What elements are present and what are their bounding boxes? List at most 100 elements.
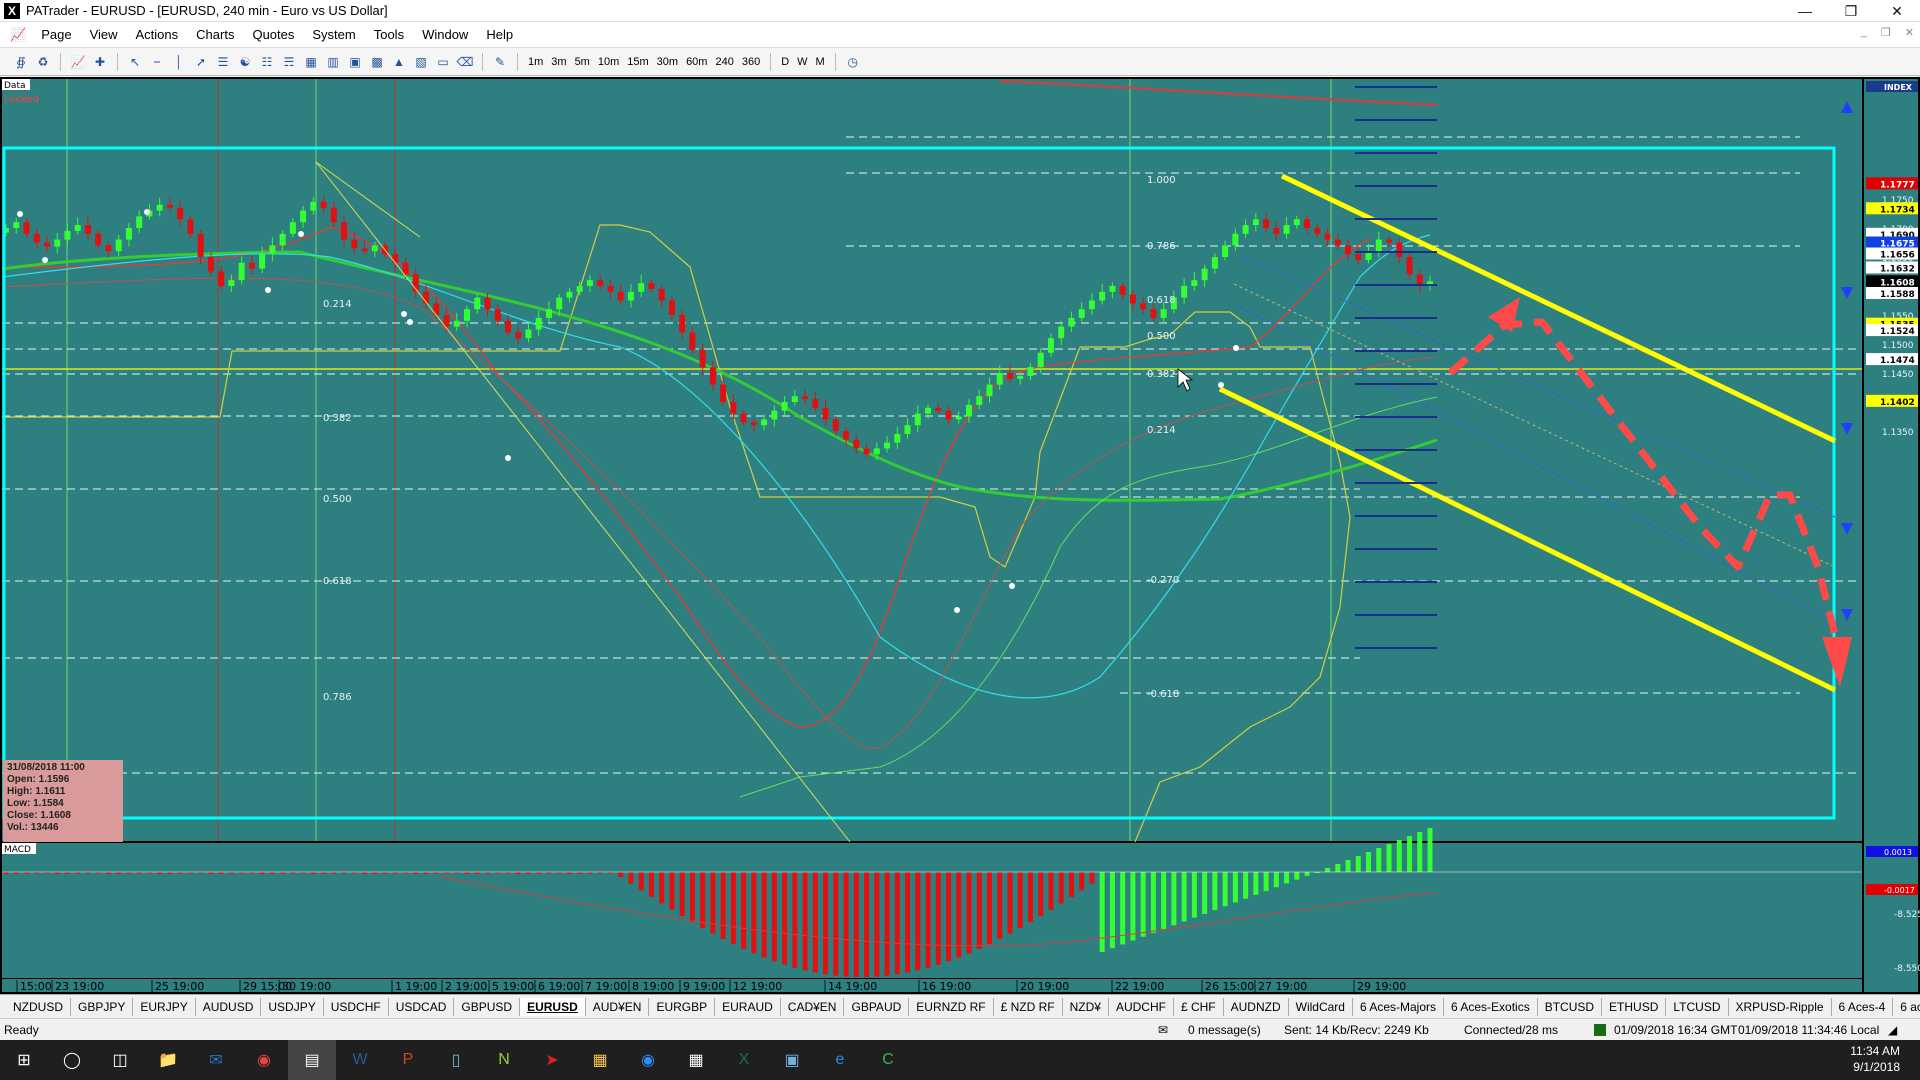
main-pane[interactable] bbox=[2, 79, 1862, 841]
symbol-tab[interactable]: USDCHF bbox=[324, 997, 389, 1016]
menu-help[interactable]: Help bbox=[477, 27, 522, 42]
menu-tools[interactable]: Tools bbox=[365, 27, 413, 42]
fib-extension-icon[interactable]: ☴ bbox=[279, 52, 299, 72]
price-chart[interactable]: 1.17501.17001.16501.16001.15501.15001.14… bbox=[0, 77, 1920, 994]
link-icon[interactable]: ∯ bbox=[11, 52, 31, 72]
resize-grip-icon[interactable]: ◢ bbox=[1888, 1023, 1897, 1037]
timeframe-m[interactable]: M bbox=[812, 56, 829, 68]
menu-window[interactable]: Window bbox=[413, 27, 477, 42]
draw-icon[interactable]: ✎ bbox=[490, 52, 510, 72]
symbol-tab[interactable]: EURJPY bbox=[133, 997, 196, 1016]
timeframe-3m[interactable]: 3m bbox=[547, 56, 570, 68]
triangle-icon[interactable]: ▲ bbox=[389, 52, 409, 72]
symbol-tab[interactable]: AUD¥EN bbox=[586, 997, 650, 1016]
timeframe-360[interactable]: 360 bbox=[738, 56, 764, 68]
symbol-tab[interactable]: USDJPY bbox=[261, 997, 324, 1016]
symbol-tab[interactable]: EURUSD bbox=[520, 997, 586, 1016]
symbol-tab[interactable]: USDCAD bbox=[389, 997, 455, 1016]
calculator-icon[interactable]: ▦ bbox=[672, 1040, 720, 1080]
menu-actions[interactable]: Actions bbox=[127, 27, 188, 42]
patrader-icon[interactable]: ▤ bbox=[288, 1040, 336, 1080]
mdi-restore-icon[interactable]: ❐ bbox=[1881, 26, 1891, 39]
timeframe-10m[interactable]: 10m bbox=[594, 56, 623, 68]
status-messages[interactable]: 0 message(s) bbox=[1188, 1023, 1261, 1037]
symbol-tab[interactable]: LTCUSD bbox=[1666, 997, 1729, 1016]
excel-icon[interactable]: X bbox=[720, 1040, 768, 1080]
fib-retracement-icon[interactable]: ☷ bbox=[257, 52, 277, 72]
symbol-tab[interactable]: GBPUSD bbox=[454, 997, 521, 1016]
camtasia-icon[interactable]: C bbox=[864, 1040, 912, 1080]
timeframe-5m[interactable]: 5m bbox=[571, 56, 594, 68]
symbol-tab[interactable]: £ CHF bbox=[1174, 997, 1224, 1016]
symbol-tab[interactable]: AUDUSD bbox=[196, 997, 262, 1016]
clock-icon[interactable]: ◷ bbox=[843, 52, 863, 72]
message-icon[interactable]: ✉ bbox=[1158, 1023, 1168, 1037]
symbol-tab[interactable]: NZD¥ bbox=[1063, 997, 1109, 1016]
task-view-icon[interactable]: ◫ bbox=[96, 1040, 144, 1080]
symbol-tab[interactable]: £ NZD RF bbox=[994, 997, 1063, 1016]
photos-icon[interactable]: ▣ bbox=[768, 1040, 816, 1080]
chart-area[interactable]: 1.17501.17001.16501.16001.15501.15001.14… bbox=[0, 77, 1920, 994]
timeframe-1m[interactable]: 1m bbox=[524, 56, 547, 68]
symbol-tab[interactable]: 6 Aces-Majors bbox=[1353, 997, 1444, 1016]
chrome-icon[interactable]: ◉ bbox=[240, 1040, 288, 1080]
symbol-tab[interactable]: CAD¥EN bbox=[781, 997, 845, 1016]
crosshair-icon[interactable]: ✚ bbox=[90, 52, 110, 72]
powerpoint-icon[interactable]: P bbox=[384, 1040, 432, 1080]
macd-pane[interactable] bbox=[2, 843, 1862, 978]
horizontal-line-icon[interactable]: ⎯ bbox=[147, 52, 167, 72]
paint-icon[interactable]: ▦ bbox=[576, 1040, 624, 1080]
channel-icon[interactable]: ☰ bbox=[213, 52, 233, 72]
menu-quotes[interactable]: Quotes bbox=[243, 27, 303, 42]
menu-system[interactable]: System bbox=[303, 27, 364, 42]
word-icon[interactable]: W bbox=[336, 1040, 384, 1080]
mdi-close-icon[interactable]: ✕ bbox=[1905, 26, 1914, 39]
timeframe-240[interactable]: 240 bbox=[711, 56, 737, 68]
notes-icon[interactable]: ▯ bbox=[432, 1040, 480, 1080]
mdi-minimize-icon[interactable]: _ bbox=[1861, 26, 1867, 39]
app-n-icon[interactable]: N bbox=[480, 1040, 528, 1080]
symbol-tab[interactable]: GBPJPY bbox=[71, 997, 134, 1016]
symbol-tab[interactable]: EURGBP bbox=[649, 997, 716, 1016]
timeframe-60m[interactable]: 60m bbox=[682, 56, 711, 68]
taskbar-clock[interactable]: 11:34 AM 9/1/2018 bbox=[1850, 1043, 1900, 1075]
timeframe-w[interactable]: W bbox=[793, 56, 811, 68]
timeframe-15m[interactable]: 15m bbox=[623, 56, 652, 68]
symbol-tab[interactable]: XRPUSD-Ripple bbox=[1729, 997, 1832, 1016]
zoom-icon[interactable]: ◉ bbox=[624, 1040, 672, 1080]
windows-start-icon[interactable]: ⊞ bbox=[0, 1040, 48, 1080]
arc-icon[interactable]: ▣ bbox=[345, 52, 365, 72]
file-explorer-icon[interactable]: 📁 bbox=[144, 1040, 192, 1080]
outlook-icon[interactable]: ✉ bbox=[192, 1040, 240, 1080]
timeframe-d[interactable]: D bbox=[777, 56, 793, 68]
gann-icon[interactable]: ▦ bbox=[301, 52, 321, 72]
fib-fan-icon[interactable]: ☯ bbox=[235, 52, 255, 72]
symbol-tab[interactable]: 6 Aces-4 bbox=[1832, 997, 1894, 1016]
cycle-icon[interactable]: ▥ bbox=[323, 52, 343, 72]
app-bird-icon[interactable]: ➤ bbox=[528, 1040, 576, 1080]
menu-view[interactable]: View bbox=[81, 27, 127, 42]
cortana-icon[interactable]: ◯ bbox=[48, 1040, 96, 1080]
text-icon[interactable]: ▧ bbox=[411, 52, 431, 72]
symbol-tab[interactable]: AUDNZD bbox=[1224, 997, 1289, 1016]
symbol-tab[interactable]: GBPAUD bbox=[844, 997, 910, 1016]
close-icon[interactable]: ✕ bbox=[1874, 0, 1920, 22]
trendline-icon[interactable]: ➚ bbox=[191, 52, 211, 72]
chart-menu-icon[interactable]: 📈 bbox=[10, 27, 26, 43]
rectangle-icon[interactable]: ▭ bbox=[433, 52, 453, 72]
symbol-tab[interactable]: ETHUSD bbox=[1602, 997, 1667, 1016]
network-icon[interactable]: ♻ bbox=[33, 52, 53, 72]
delete-icon[interactable]: ⌫ bbox=[455, 52, 475, 72]
ellipse-icon[interactable]: ▩ bbox=[367, 52, 387, 72]
symbol-tab[interactable]: 6 Aces-Exotics bbox=[1444, 997, 1538, 1016]
menu-charts[interactable]: Charts bbox=[187, 27, 243, 42]
pointer-icon[interactable]: ↖ bbox=[125, 52, 145, 72]
symbol-tab[interactable]: 6 aces 2 bbox=[1893, 998, 1920, 1016]
edge-icon[interactable]: e bbox=[816, 1040, 864, 1080]
maximize-icon[interactable]: ❐ bbox=[1828, 0, 1874, 22]
symbol-tab[interactable]: AUDCHF bbox=[1109, 997, 1174, 1016]
minimize-icon[interactable]: — bbox=[1782, 0, 1828, 22]
symbol-tab[interactable]: EURNZD RF bbox=[909, 997, 994, 1016]
menu-page[interactable]: Page bbox=[32, 27, 80, 42]
symbol-tab[interactable]: BTCUSD bbox=[1538, 997, 1603, 1016]
